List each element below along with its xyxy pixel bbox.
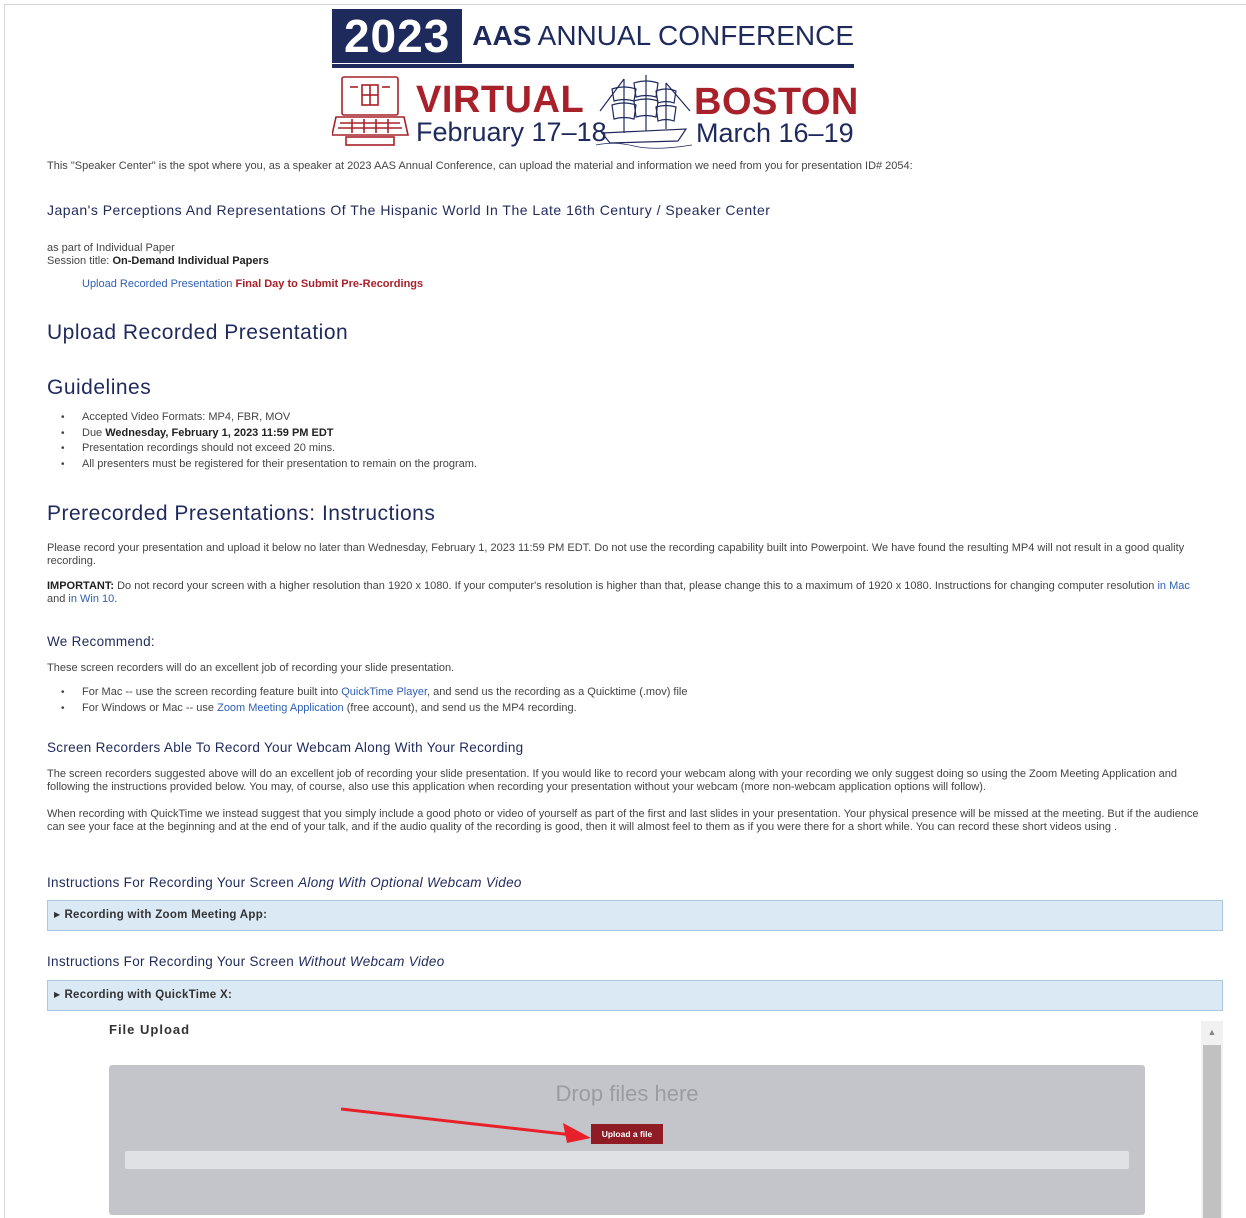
webcam-paragraph-1: The screen recorders suggested above wil… [47,768,1177,793]
in-mac-link[interactable]: in Mac [1157,580,1189,592]
session-part-of: as part of Individual Paper [47,242,175,254]
caret-right-icon: ▶ [54,990,61,999]
paper-title: Japan's Perceptions And Representations … [47,202,771,218]
task-link-row: Upload Recorded Presentation Final Day t… [82,278,423,291]
list-item: Accepted Video Formats: MP4, FBR, MOV [47,410,1147,426]
heading-guidelines: Guidelines [47,376,152,399]
file-upload-title: File Upload [109,1022,191,1037]
heading-upload: Upload Recorded Presentation [47,321,349,344]
heading-along-em: Along With Optional Webcam Video [298,875,522,890]
session-title-label: Session title: [47,255,110,267]
in-win10-link[interactable]: in Win 10 [68,593,114,605]
heading-recommend: We Recommend: [47,634,155,649]
banner-conf-rest: ANNUAL CONFERENCE [537,20,854,51]
and-text: and [47,593,66,605]
banner-conference-name: AAS ANNUAL CONFERENCE [462,9,854,63]
heading-along-webcam: Instructions For Recording Your Screen A… [47,875,522,890]
in-win-prefix: in [68,593,77,605]
deadline-note: Final Day to Submit Pre-Recordings [235,278,424,290]
in-mac-prefix: in [1157,580,1167,592]
scroll-thumb[interactable] [1203,1045,1221,1218]
win-recommend-pre: For Windows or Mac -- use [82,701,215,714]
upload-scrollbar[interactable]: ▲ [1201,1021,1223,1218]
intro-text: This "Speaker Center" is the spot where … [47,160,913,172]
guidelines-list: Accepted Video Formats: MP4, FBR, MOV Du… [47,410,1147,472]
caret-right-icon: ▶ [54,910,61,919]
accordion-zoom-label: Recording with Zoom Meeting App: [64,909,268,921]
heading-along-pre: Instructions For Recording Your Screen [47,875,295,890]
virtual-date: February 17–18 [416,117,607,147]
accordion-quicktime-label: Recording with QuickTime X: [64,989,233,1001]
list-item: Presentation recordings should not excee… [47,441,1147,457]
mac-recommend-post: , and send us the recording as a Quickti… [427,686,688,698]
banner-header: 2023 AAS ANNUAL CONFERENCE [332,9,854,63]
upload-progress-bar [125,1151,1129,1169]
instructions-paragraph: Please record your presentation and uplo… [47,542,1185,567]
important-dot: . [114,593,118,605]
zoom-meeting-link[interactable]: Zoom Meeting Application [217,702,344,714]
boston-date: March 16–19 [696,118,854,148]
accordion-quicktime[interactable]: ▶ Recording with QuickTime X: [47,980,1223,1011]
heading-without-em: Without Webcam Video [298,954,445,969]
boston-title: BOSTON [694,81,859,123]
heading-without-webcam: Instructions For Recording Your Screen W… [47,954,445,969]
list-item: Due Wednesday, February 1, 2023 11:59 PM… [47,426,1147,442]
win10-link-text: Win 10 [80,593,115,605]
heading-webcam: Screen Recorders Able To Record Your Web… [47,740,524,755]
banner-rule [332,64,854,68]
win-recommend-post: (free account), and send us the MP4 reco… [346,701,577,714]
ship-icon [595,75,693,149]
quicktime-player-link[interactable]: QuickTime Player [341,686,427,698]
banner-conf-bold: AAS [472,20,532,51]
banner-year: 2023 [332,9,463,63]
webcam-paragraph-2: When recording with QuickTime we instead… [47,808,1199,833]
accordion-zoom[interactable]: ▶ Recording with Zoom Meeting App: [47,900,1223,931]
heading-instructions: Prerecorded Presentations: Instructions [47,502,436,525]
list-item: All presenters must be registered for th… [47,457,1147,473]
heading-without-pre: Instructions For Recording Your Screen [47,954,295,969]
mac-link-text: Mac [1169,580,1190,592]
important-label: IMPORTANT: [47,580,115,592]
drop-files-text: Drop files here [555,1081,699,1106]
mac-recommend-pre: For Mac -- use the screen recording feat… [82,686,339,698]
page-frame: 2023 AAS ANNUAL CONFERENCE VIRTUAL Febru… [4,4,1246,1218]
session-title: Session title: On-Demand Individual Pape… [47,255,269,268]
upload-recorded-presentation-link[interactable]: Upload Recorded Presentation [82,278,232,290]
important-text: Do not record your screen with a higher … [117,580,1155,592]
session-title-value: On-Demand Individual Papers [112,255,269,267]
due-label: Due [82,426,103,439]
list-item: For Mac -- use the screen recording feat… [47,685,1147,701]
due-value: Wednesday, February 1, 2023 11:59 PM EDT [105,426,334,439]
file-dropzone[interactable]: Drop files here Upload a file [109,1065,1145,1215]
important-paragraph: IMPORTANT: Do not record your screen wit… [47,580,1207,606]
recommend-list: For Mac -- use the screen recording feat… [47,685,1147,716]
conference-banner: 2023 AAS ANNUAL CONFERENCE VIRTUAL Febru… [332,9,860,149]
annotation-arrow-icon [341,1107,591,1143]
laptop-icon [332,76,409,146]
list-item: For Windows or Mac -- use Zoom Meeting A… [47,701,1147,717]
recommend-intro: These screen recorders will do an excell… [47,662,455,674]
scroll-up-arrow-icon[interactable]: ▲ [1201,1021,1223,1043]
virtual-title: VIRTUAL [416,79,585,121]
